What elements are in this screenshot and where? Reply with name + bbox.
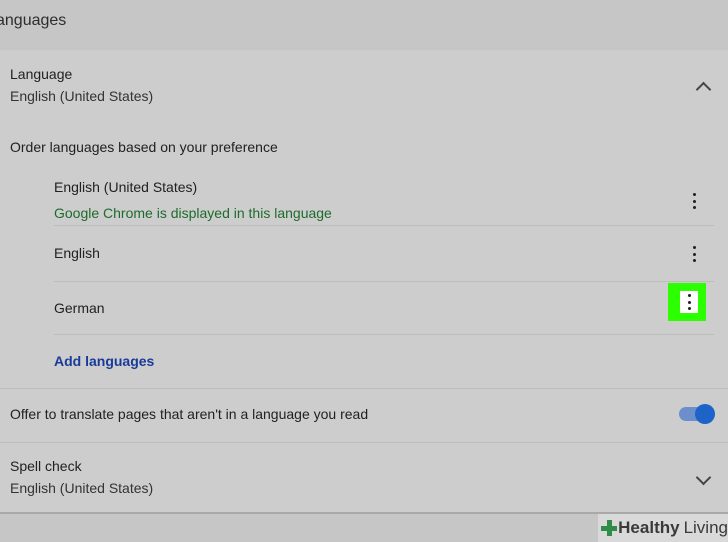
language-item-name: English (United States) <box>54 179 198 195</box>
spell-check-label: Spell check <box>10 458 82 474</box>
order-languages-label: Order languages based on your preference <box>10 139 278 155</box>
languages-card: Language English (United States) Order l… <box>0 50 728 514</box>
more-vert-icon[interactable] <box>684 294 694 310</box>
language-item-name: German <box>54 300 105 316</box>
more-vert-icon[interactable] <box>689 193 699 209</box>
language-item-german: German <box>54 300 714 335</box>
more-vert-highlight[interactable] <box>668 283 706 321</box>
language-label: Language <box>10 66 73 82</box>
chevron-up-icon[interactable] <box>695 81 712 98</box>
language-item-name: English <box>54 245 100 261</box>
section-title: anguages <box>0 12 67 29</box>
translate-toggle[interactable] <box>679 404 715 424</box>
spell-check-row[interactable]: Spell check English (United States) <box>10 458 153 496</box>
watermark: Healthy Living <box>598 514 728 542</box>
language-value: English (United States) <box>10 88 154 104</box>
more-vert-icon[interactable] <box>689 246 699 262</box>
cross-logo-icon <box>600 519 618 537</box>
spell-check-value: English (United States) <box>10 480 154 496</box>
add-languages-link[interactable]: Add languages <box>54 353 154 369</box>
language-item-note: Google Chrome is displayed in this langu… <box>54 205 332 221</box>
divider <box>0 388 728 389</box>
language-item-english-us: English (United States) Google Chrome is… <box>54 179 714 226</box>
toggle-knob <box>695 404 715 424</box>
watermark-brand-light: Living <box>683 518 728 537</box>
divider <box>0 442 728 443</box>
language-item-english: English <box>54 245 714 282</box>
watermark-brand-bold: Healthy <box>618 518 680 537</box>
translate-label: Offer to translate pages that aren't in … <box>10 406 369 422</box>
chevron-down-icon[interactable] <box>695 469 712 486</box>
language-row[interactable]: Language English (United States) <box>10 66 153 104</box>
